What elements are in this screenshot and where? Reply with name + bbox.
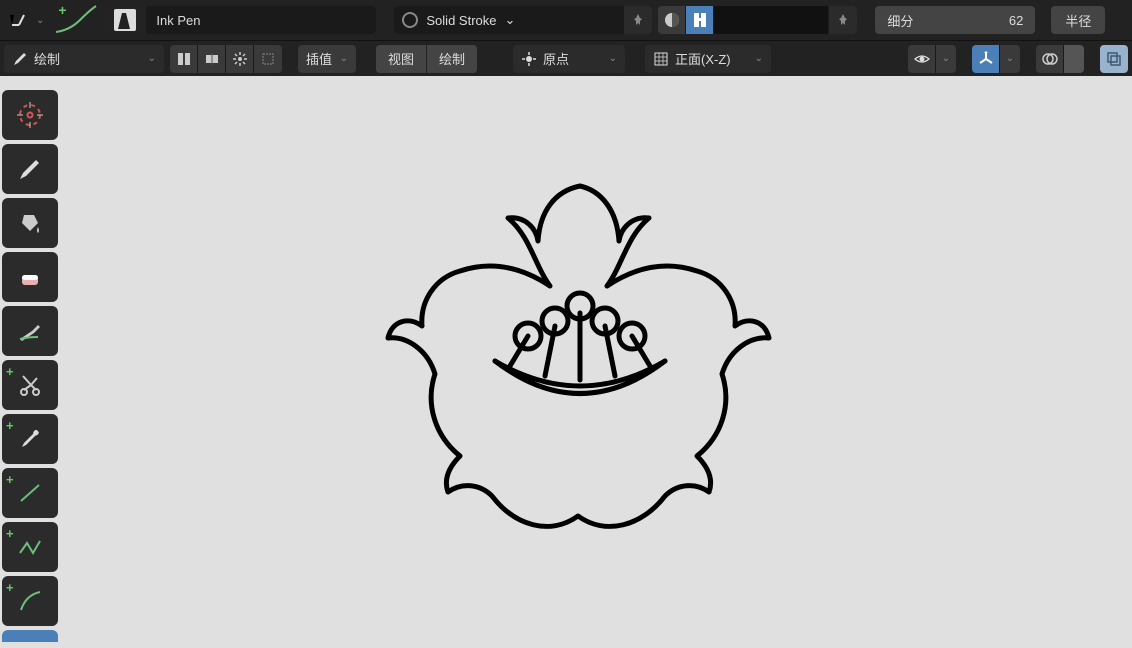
fill-tool-button[interactable] bbox=[2, 198, 58, 248]
offset-icon-button[interactable] bbox=[4, 5, 34, 35]
origin-icon bbox=[521, 51, 537, 67]
pivot-4-icon-button[interactable] bbox=[254, 45, 282, 73]
view-button[interactable]: 视图 bbox=[376, 45, 426, 73]
radius-button[interactable]: 半径 bbox=[1051, 6, 1105, 34]
toolbar-left: + + + + bbox=[2, 90, 58, 642]
plus-icon: + bbox=[6, 580, 14, 595]
chevron-down-icon: ⌄ bbox=[755, 53, 763, 64]
cutter-tool-button[interactable]: + bbox=[2, 360, 58, 410]
chevron-down-icon: ⌄ bbox=[148, 53, 156, 64]
gizmo-group: ⌄ bbox=[972, 45, 1020, 73]
cursor-tool-button[interactable] bbox=[2, 90, 58, 140]
brush-curve-preview[interactable]: + bbox=[50, 4, 98, 36]
origin-label: 原点 bbox=[543, 49, 569, 68]
overlay-group bbox=[1036, 45, 1084, 73]
orientation-dropdown[interactable]: 正面(X-Z) ⌄ bbox=[645, 45, 771, 73]
material-pin-button[interactable] bbox=[624, 6, 652, 34]
add-plus-icon: + bbox=[58, 2, 66, 18]
plus-icon: + bbox=[6, 364, 14, 379]
vertex-color-icon-button[interactable] bbox=[658, 6, 686, 34]
canvas-main[interactable]: + + + + bbox=[0, 76, 1132, 648]
draw-label: 绘制 bbox=[439, 49, 465, 68]
xray-icon-button[interactable] bbox=[1100, 45, 1128, 73]
subdivision-value: 62 bbox=[1009, 13, 1023, 28]
chevron-down-icon: ⌄ bbox=[504, 12, 515, 28]
color-mode-group bbox=[658, 6, 857, 34]
curve-tool-button-active[interactable] bbox=[2, 630, 58, 642]
plus-icon: + bbox=[6, 526, 14, 541]
eyedropper-tool-button[interactable]: + bbox=[2, 414, 58, 464]
tint-tool-button[interactable] bbox=[2, 306, 58, 356]
gizmo-icon-button[interactable] bbox=[972, 45, 1000, 73]
brush-name-input[interactable] bbox=[146, 6, 376, 34]
gizmo-option-button[interactable]: ⌄ bbox=[1000, 45, 1020, 73]
line-tool-button[interactable]: + bbox=[2, 468, 58, 518]
visibility-icon-button[interactable] bbox=[908, 45, 936, 73]
color-swatch[interactable] bbox=[714, 6, 829, 34]
draw-mode-icon bbox=[12, 51, 28, 67]
plus-icon: + bbox=[6, 472, 14, 487]
arc-tool-button[interactable]: + bbox=[2, 576, 58, 626]
chevron-down-icon: ⌄ bbox=[609, 53, 617, 64]
view-label: 视图 bbox=[388, 49, 414, 68]
pivot-1-icon-button[interactable] bbox=[170, 45, 198, 73]
draw-tool-button[interactable] bbox=[2, 144, 58, 194]
header-row-2: 绘制 ⌄ 插值 ⌄ 视图 绘制 原点 bbox=[0, 40, 1132, 76]
color-pin-button[interactable] bbox=[829, 6, 857, 34]
material-name-label: Solid Stroke bbox=[426, 13, 496, 28]
visibility-option-button[interactable]: ⌄ bbox=[936, 45, 956, 73]
chevron-down-icon: ⌄ bbox=[340, 53, 348, 64]
canvas-artwork bbox=[380, 166, 780, 566]
polyline-tool-button[interactable]: + bbox=[2, 522, 58, 572]
material-dropdown[interactable]: Solid Stroke ⌄ bbox=[394, 6, 624, 34]
visibility-group: ⌄ bbox=[908, 45, 956, 73]
pivot-3-icon-button[interactable] bbox=[226, 45, 254, 73]
subdivision-label: 细分 bbox=[887, 11, 913, 30]
header-row-1: ⌄ + Solid Stroke ⌄ bbox=[0, 0, 1132, 40]
mode-dropdown[interactable]: 绘制 ⌄ bbox=[4, 45, 164, 73]
radius-label: 半径 bbox=[1065, 11, 1091, 30]
overlay-option-button[interactable] bbox=[1064, 45, 1084, 73]
material-mode-icon-button[interactable] bbox=[686, 6, 714, 34]
plus-icon: + bbox=[6, 418, 14, 433]
brush-preset-icon-button[interactable] bbox=[104, 6, 146, 34]
interpolation-label: 插值 bbox=[306, 49, 332, 68]
interpolation-dropdown[interactable]: 插值 ⌄ bbox=[298, 45, 356, 73]
pivot-group bbox=[170, 45, 282, 73]
draw-button[interactable]: 绘制 bbox=[426, 45, 477, 73]
mode-label: 绘制 bbox=[34, 49, 60, 68]
grid-icon bbox=[653, 51, 669, 67]
subdivision-input[interactable]: 细分 62 bbox=[875, 6, 1035, 34]
orientation-label: 正面(X-Z) bbox=[675, 49, 731, 68]
pivot-2-icon-button[interactable] bbox=[198, 45, 226, 73]
view-draw-group: 视图 绘制 bbox=[376, 45, 477, 73]
origin-dropdown[interactable]: 原点 ⌄ bbox=[513, 45, 625, 73]
overlay-icon-button[interactable] bbox=[1036, 45, 1064, 73]
erase-tool-button[interactable] bbox=[2, 252, 58, 302]
stroke-circle-icon bbox=[402, 12, 418, 28]
